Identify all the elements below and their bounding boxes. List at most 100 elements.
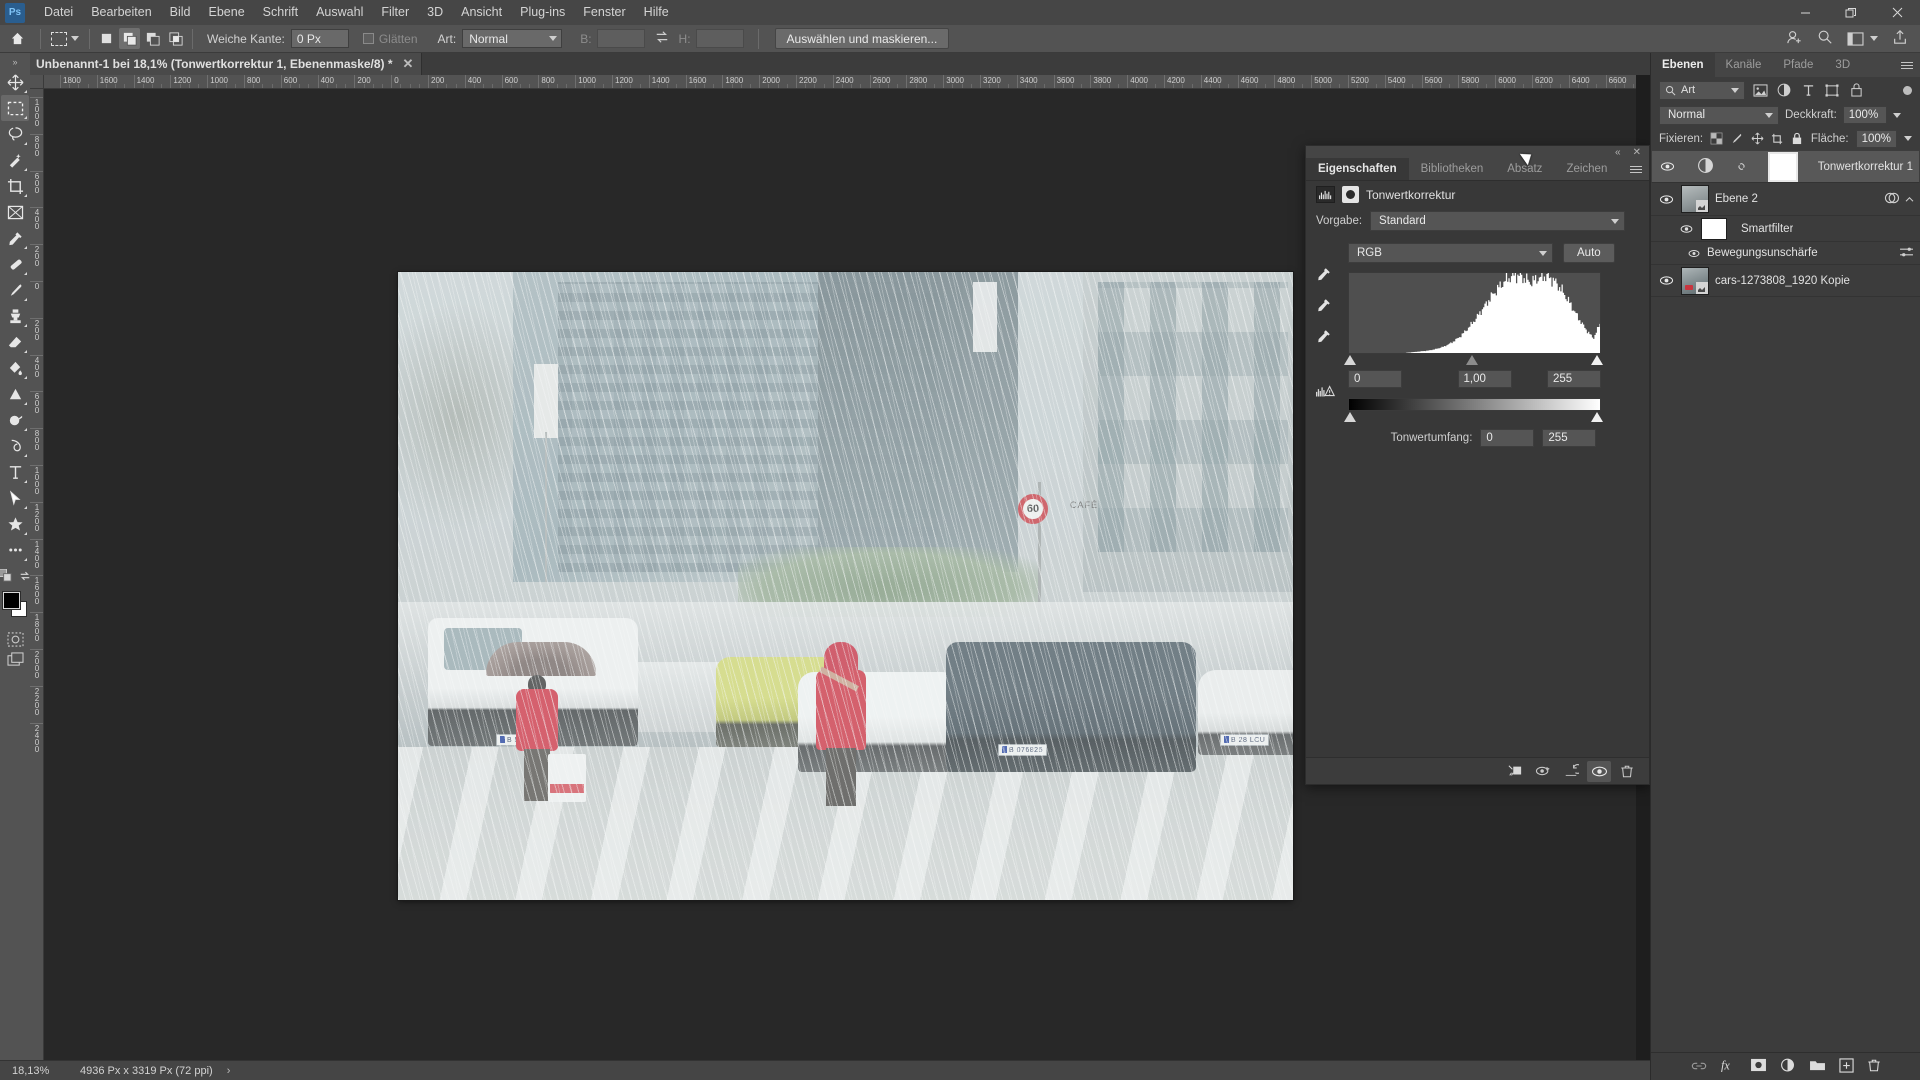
gradient-tool[interactable] — [1, 355, 29, 381]
crop-tool[interactable] — [1, 173, 29, 199]
highlight-input-slider[interactable] — [1591, 355, 1603, 365]
output-black-field[interactable]: 0 — [1480, 429, 1535, 447]
new-adjustment-layer-icon[interactable] — [1780, 1058, 1796, 1076]
menu-hilfe[interactable]: Hilfe — [635, 0, 678, 25]
close-button[interactable] — [1874, 0, 1920, 25]
more-tools[interactable] — [1, 537, 29, 563]
default-colors-icon[interactable] — [0, 568, 12, 585]
eye-icon[interactable] — [1658, 161, 1676, 172]
set-gray-point-eyedropper[interactable] — [1316, 297, 1332, 316]
screen-mode-icon[interactable] — [1, 649, 29, 669]
lock-artboard-icon[interactable] — [1771, 130, 1784, 148]
clip-warning-icon[interactable] — [1316, 384, 1336, 401]
chevron-up-icon[interactable] — [1905, 192, 1914, 206]
menu-ebene[interactable]: Ebene — [200, 0, 254, 25]
view-previous-state-icon[interactable] — [1531, 761, 1555, 782]
dodge-tool[interactable] — [1, 407, 29, 433]
add-layer-style-icon[interactable]: fx — [1720, 1058, 1737, 1076]
antialias-toggle[interactable]: Glätten — [362, 32, 418, 46]
menu-plugins[interactable]: Plug-ins — [511, 0, 574, 25]
link-layers-icon[interactable] — [1691, 1060, 1707, 1074]
preset-select[interactable]: Standard — [1370, 211, 1626, 231]
tool-preset-picker[interactable] — [47, 31, 83, 46]
layer-thumbnail[interactable] — [1681, 185, 1709, 213]
lock-transparent-pixels-icon[interactable] — [1710, 130, 1723, 148]
delete-layer-icon[interactable] — [1867, 1058, 1881, 1076]
opacity-field[interactable]: 100% — [1842, 106, 1887, 124]
foreground-color-swatch[interactable] — [2, 591, 21, 610]
quick-mask-icon[interactable] — [1, 629, 29, 649]
menu-auswahl[interactable]: Auswahl — [307, 0, 372, 25]
smart-filter-group-row[interactable]: Smartfilter — [1651, 216, 1920, 242]
output-black-slider[interactable] — [1344, 412, 1356, 422]
vertical-ruler[interactable]: 1000800600400200020040060080010001200140… — [30, 89, 44, 1080]
antialias-checkbox[interactable] — [362, 33, 374, 44]
width-input[interactable] — [596, 29, 645, 48]
shape-filter-icon[interactable] — [1823, 81, 1841, 99]
adjustment-filter-icon[interactable] — [1775, 81, 1793, 99]
layer-row-cars-kopie[interactable]: cars-1273808_1920 Kopie — [1651, 264, 1920, 297]
healing-brush-tool[interactable] — [1, 251, 29, 277]
menu-bild[interactable]: Bild — [161, 0, 200, 25]
frame-tool[interactable] — [1, 199, 29, 225]
layer-row-ebene-2[interactable]: Ebene 2 — [1651, 183, 1920, 216]
menu-filter[interactable]: Filter — [372, 0, 418, 25]
new-group-icon[interactable] — [1809, 1058, 1826, 1075]
workspace-switcher[interactable] — [1847, 31, 1878, 46]
tab-3d[interactable]: 3D — [1824, 53, 1861, 77]
zoom-level[interactable]: 18,13% — [0, 1065, 70, 1077]
add-to-selection-button[interactable] — [119, 28, 140, 49]
input-levels-sliders[interactable] — [1344, 354, 1603, 367]
toggle-visibility-icon[interactable] — [1587, 760, 1611, 782]
chevron-down-icon[interactable] — [1892, 112, 1901, 118]
share-icon[interactable] — [1786, 29, 1803, 49]
highlight-input-field[interactable]: 255 — [1547, 370, 1601, 388]
feather-input[interactable]: 0 Px — [290, 29, 349, 48]
tab-pfade[interactable]: Pfade — [1772, 53, 1824, 77]
restore-button[interactable] — [1828, 0, 1874, 25]
minimize-button[interactable] — [1782, 0, 1828, 25]
search-icon[interactable] — [1817, 29, 1833, 48]
lasso-tool[interactable] — [1, 121, 29, 147]
horizontal-ruler[interactable]: 1800 1600 1400 1200 1000 800 600 400 200 0 200 400 6… — [44, 75, 1636, 89]
swap-dimensions-icon[interactable] — [655, 30, 669, 47]
menu-schrift[interactable]: Schrift — [254, 0, 307, 25]
fill-field[interactable]: 100% — [1855, 129, 1898, 148]
tab-kanaele[interactable]: Kanäle — [1715, 53, 1773, 77]
midtone-input-field[interactable]: 1,00 — [1457, 370, 1512, 388]
pen-tool[interactable] — [1, 433, 29, 459]
menu-bearbeiten[interactable]: Bearbeiten — [82, 0, 160, 25]
eye-icon[interactable] — [1657, 194, 1675, 205]
shadow-input-field[interactable]: 0 — [1348, 370, 1402, 388]
document-canvas[interactable]: B 50 SAG B 076825 B 28 LCU 60 CAFÉ — [398, 272, 1293, 900]
blur-tool[interactable] — [1, 381, 29, 407]
output-white-field[interactable]: 255 — [1542, 429, 1597, 447]
layer-thumbnail[interactable] — [1681, 266, 1709, 295]
add-layer-mask-icon[interactable] — [1750, 1058, 1767, 1075]
layer-mask-thumbnail[interactable] — [1767, 151, 1798, 182]
smart-filter-row-bewegungsunschaerfe[interactable]: Bewegungsunschärfe — [1651, 242, 1920, 264]
eye-icon[interactable] — [1657, 275, 1675, 286]
type-tool[interactable] — [1, 459, 29, 485]
lock-position-icon[interactable] — [1750, 130, 1763, 148]
new-layer-icon[interactable] — [1838, 1057, 1854, 1076]
quick-selection-tool[interactable] — [1, 147, 29, 173]
output-levels-sliders[interactable] — [1344, 411, 1603, 424]
chevron-down-icon[interactable] — [1904, 136, 1913, 141]
lock-all-icon[interactable] — [1791, 130, 1804, 148]
filter-toggle-icon[interactable] — [1902, 81, 1912, 99]
set-black-point-eyedropper[interactable] — [1316, 266, 1332, 285]
brush-tool[interactable] — [1, 277, 29, 303]
shadow-input-slider[interactable] — [1344, 355, 1356, 365]
link-mask-icon[interactable] — [1735, 160, 1747, 173]
midtone-input-slider[interactable] — [1466, 355, 1478, 365]
status-expand-icon[interactable]: › — [213, 1065, 231, 1077]
smart-filter-icon[interactable] — [1884, 191, 1900, 208]
smart-filter-mask-thumbnail[interactable] — [1701, 217, 1727, 240]
subtract-from-selection-button[interactable] — [142, 28, 163, 49]
reset-icon[interactable] — [1559, 761, 1583, 782]
smart-object-filter-icon[interactable] — [1847, 81, 1865, 99]
clip-to-layer-icon[interactable] — [1503, 761, 1527, 782]
intersect-selection-button[interactable] — [165, 28, 186, 49]
output-white-slider[interactable] — [1591, 412, 1603, 422]
